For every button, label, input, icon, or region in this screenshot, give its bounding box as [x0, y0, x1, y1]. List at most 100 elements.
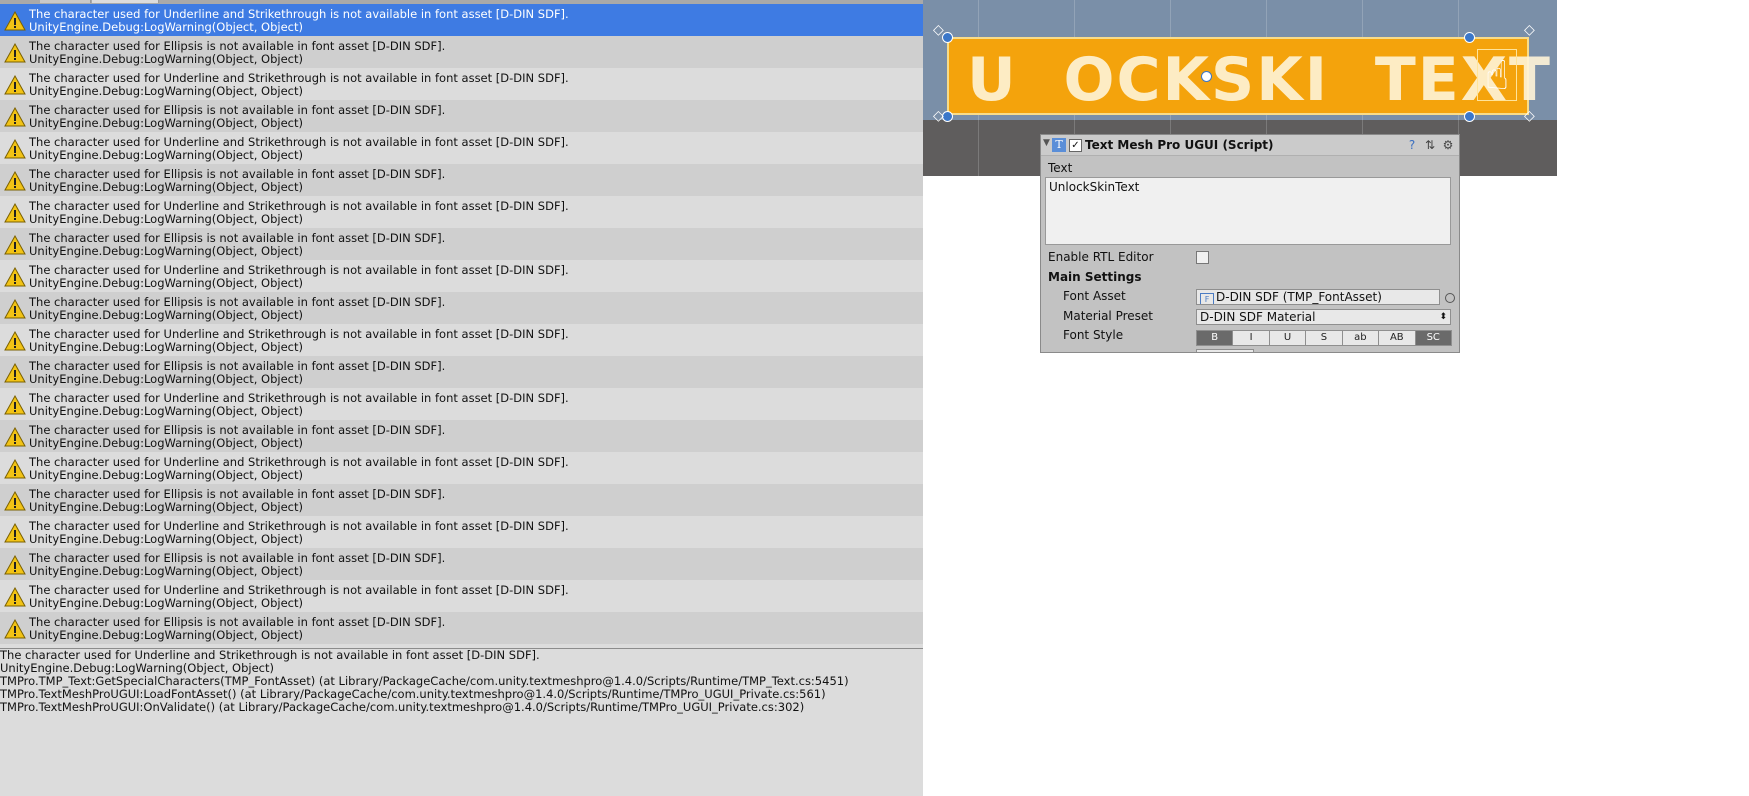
font-style-lowercase-button[interactable]: ab: [1341, 330, 1380, 346]
font-asset-field[interactable]: F D-DIN SDF (TMP_FontAsset): [1196, 289, 1440, 305]
component-enabled-checkbox[interactable]: ✓: [1069, 139, 1082, 152]
log-entry-text: The character used for Ellipsis is not a…: [29, 616, 445, 642]
console-panel: The character used for Underline and Str…: [0, 0, 923, 796]
log-entry[interactable]: The character used for Ellipsis is not a…: [0, 356, 923, 388]
log-entry[interactable]: The character used for Underline and Str…: [0, 452, 923, 484]
font-asset-label: Font Asset: [1063, 289, 1126, 303]
anchor-icon[interactable]: ◇: [933, 108, 944, 124]
log-entry-text: The character used for Underline and Str…: [29, 136, 569, 162]
log-entry[interactable]: The character used for Ellipsis is not a…: [0, 484, 923, 516]
warning-icon: [4, 75, 26, 95]
log-entry[interactable]: The character used for Ellipsis is not a…: [0, 612, 923, 644]
rtl-label: Enable RTL Editor: [1048, 250, 1154, 264]
log-entry[interactable]: The character used for Underline and Str…: [0, 388, 923, 420]
font-size-field[interactable]: [1196, 349, 1254, 352]
log-entry[interactable]: The character used for Ellipsis is not a…: [0, 164, 923, 196]
log-source: UnityEngine.Debug:LogWarning(Object, Obj…: [29, 148, 303, 162]
component-title: Text Mesh Pro UGUI (Script): [1085, 138, 1274, 152]
log-entry-text: The character used for Underline and Str…: [29, 456, 569, 482]
anchor-icon[interactable]: ◇: [933, 22, 944, 38]
warning-icon: [4, 587, 26, 607]
log-entry-text: The character used for Ellipsis is not a…: [29, 488, 445, 514]
font-style-label: Font Style: [1063, 328, 1124, 342]
log-source: UnityEngine.Debug:LogWarning(Object, Obj…: [29, 372, 303, 386]
log-entry-text: The character used for Ellipsis is not a…: [29, 104, 445, 130]
component-header[interactable]: ▼ T ✓ Text Mesh Pro UGUI (Script) ? ⇅ ⚙: [1041, 135, 1459, 156]
log-source: UnityEngine.Debug:LogWarning(Object, Obj…: [29, 244, 303, 258]
warning-icon: [4, 107, 26, 127]
inspector-component: ▼ T ✓ Text Mesh Pro UGUI (Script) ? ⇅ ⚙ …: [1040, 134, 1460, 353]
console-tab-active[interactable]: [92, 0, 159, 3]
font-style-underline-button[interactable]: U: [1268, 330, 1307, 346]
log-entry-text: The character used for Ellipsis is not a…: [29, 296, 445, 322]
log-entry[interactable]: The character used for Ellipsis is not a…: [0, 228, 923, 260]
warning-icon: [4, 363, 26, 383]
log-entry-text: The character used for Ellipsis is not a…: [29, 360, 445, 386]
font-style-strikethrough-button[interactable]: S: [1305, 330, 1343, 346]
material-preset-label: Material Preset: [1063, 309, 1153, 323]
font-style-buttons: B I U S ab AB SC: [1196, 330, 1452, 346]
font-size-row-cutoff: [1047, 349, 1453, 352]
warning-icon: [4, 11, 26, 31]
rect-handle[interactable]: [1464, 111, 1475, 122]
object-picker-icon[interactable]: [1445, 293, 1455, 303]
scene-text-mesh: U OCKSKI TEXT: [967, 45, 1552, 115]
log-entry[interactable]: The character used for Ellipsis is not a…: [0, 36, 923, 68]
log-source: UnityEngine.Debug:LogWarning(Object, Obj…: [29, 340, 303, 354]
log-source: UnityEngine.Debug:LogWarning(Object, Obj…: [29, 564, 303, 578]
console-tab[interactable]: [40, 0, 91, 3]
log-source: UnityEngine.Debug:LogWarning(Object, Obj…: [29, 52, 303, 66]
stack-line[interactable]: TMPro.TextMeshProUGUI:OnValidate() (at L…: [0, 701, 923, 714]
help-icon[interactable]: ?: [1405, 138, 1419, 152]
gear-icon[interactable]: ⚙: [1441, 138, 1455, 152]
rtl-checkbox[interactable]: [1196, 251, 1209, 264]
warning-icon: [4, 395, 26, 415]
log-source: UnityEngine.Debug:LogWarning(Object, Obj…: [29, 84, 303, 98]
text-input-area[interactable]: UnlockSkinText: [1045, 177, 1451, 245]
font-style-italic-button[interactable]: I: [1232, 330, 1270, 346]
log-entry-text: The character used for Underline and Str…: [29, 8, 569, 34]
log-source: UnityEngine.Debug:LogWarning(Object, Obj…: [29, 500, 303, 514]
log-source: UnityEngine.Debug:LogWarning(Object, Obj…: [29, 628, 303, 642]
warning-icon: [4, 523, 26, 543]
log-entry[interactable]: The character used for Ellipsis is not a…: [0, 100, 923, 132]
warning-icon: [4, 459, 26, 479]
hand-cursor-icon: ☝: [1477, 49, 1517, 101]
log-entry[interactable]: The character used for Underline and Str…: [0, 132, 923, 164]
warning-icon: [4, 427, 26, 447]
pivot-handle[interactable]: [1201, 71, 1212, 82]
textmeshpro-icon: T: [1052, 138, 1066, 152]
scene-button-graphic[interactable]: U OCKSKI TEXT ☝: [947, 37, 1552, 115]
font-asset-icon: F: [1200, 293, 1214, 304]
log-source: UnityEngine.Debug:LogWarning(Object, Obj…: [29, 276, 303, 290]
log-entry[interactable]: The character used for Underline and Str…: [0, 260, 923, 292]
warning-icon: [4, 619, 26, 639]
log-entry[interactable]: The character used for Ellipsis is not a…: [0, 420, 923, 452]
log-list: The character used for Underline and Str…: [0, 4, 923, 648]
log-entry[interactable]: The character used for Underline and Str…: [0, 196, 923, 228]
anchor-icon[interactable]: ◇: [1524, 22, 1535, 38]
log-entry[interactable]: The character used for Ellipsis is not a…: [0, 548, 923, 580]
foldout-arrow-icon[interactable]: ▼: [1043, 138, 1050, 148]
font-style-uppercase-button[interactable]: AB: [1378, 330, 1416, 346]
preset-icon[interactable]: ⇅: [1423, 138, 1437, 152]
material-preset-dropdown[interactable]: D-DIN SDF Material ⬍: [1196, 309, 1451, 325]
log-source: UnityEngine.Debug:LogWarning(Object, Obj…: [29, 404, 303, 418]
main-settings-header: Main Settings: [1048, 270, 1142, 284]
log-entry-text: The character used for Underline and Str…: [29, 328, 569, 354]
log-entry[interactable]: The character used for Underline and Str…: [0, 516, 923, 548]
log-entry-text: The character used for Ellipsis is not a…: [29, 40, 445, 66]
anchor-icon[interactable]: ◇: [1524, 108, 1535, 124]
log-entry-text: The character used for Ellipsis is not a…: [29, 424, 445, 450]
log-entry[interactable]: The character used for Underline and Str…: [0, 4, 923, 36]
log-entry[interactable]: The character used for Underline and Str…: [0, 580, 923, 612]
font-style-bold-button[interactable]: B: [1196, 330, 1234, 346]
log-entry-text: The character used for Underline and Str…: [29, 72, 569, 98]
rect-handle[interactable]: [1464, 32, 1475, 43]
log-entry[interactable]: The character used for Underline and Str…: [0, 324, 923, 356]
font-style-smallcaps-button[interactable]: SC: [1414, 330, 1452, 346]
log-entry[interactable]: The character used for Underline and Str…: [0, 68, 923, 100]
font-asset-value: D-DIN SDF (TMP_FontAsset): [1216, 290, 1382, 304]
log-entry[interactable]: The character used for Ellipsis is not a…: [0, 292, 923, 324]
log-source: UnityEngine.Debug:LogWarning(Object, Obj…: [29, 436, 303, 450]
